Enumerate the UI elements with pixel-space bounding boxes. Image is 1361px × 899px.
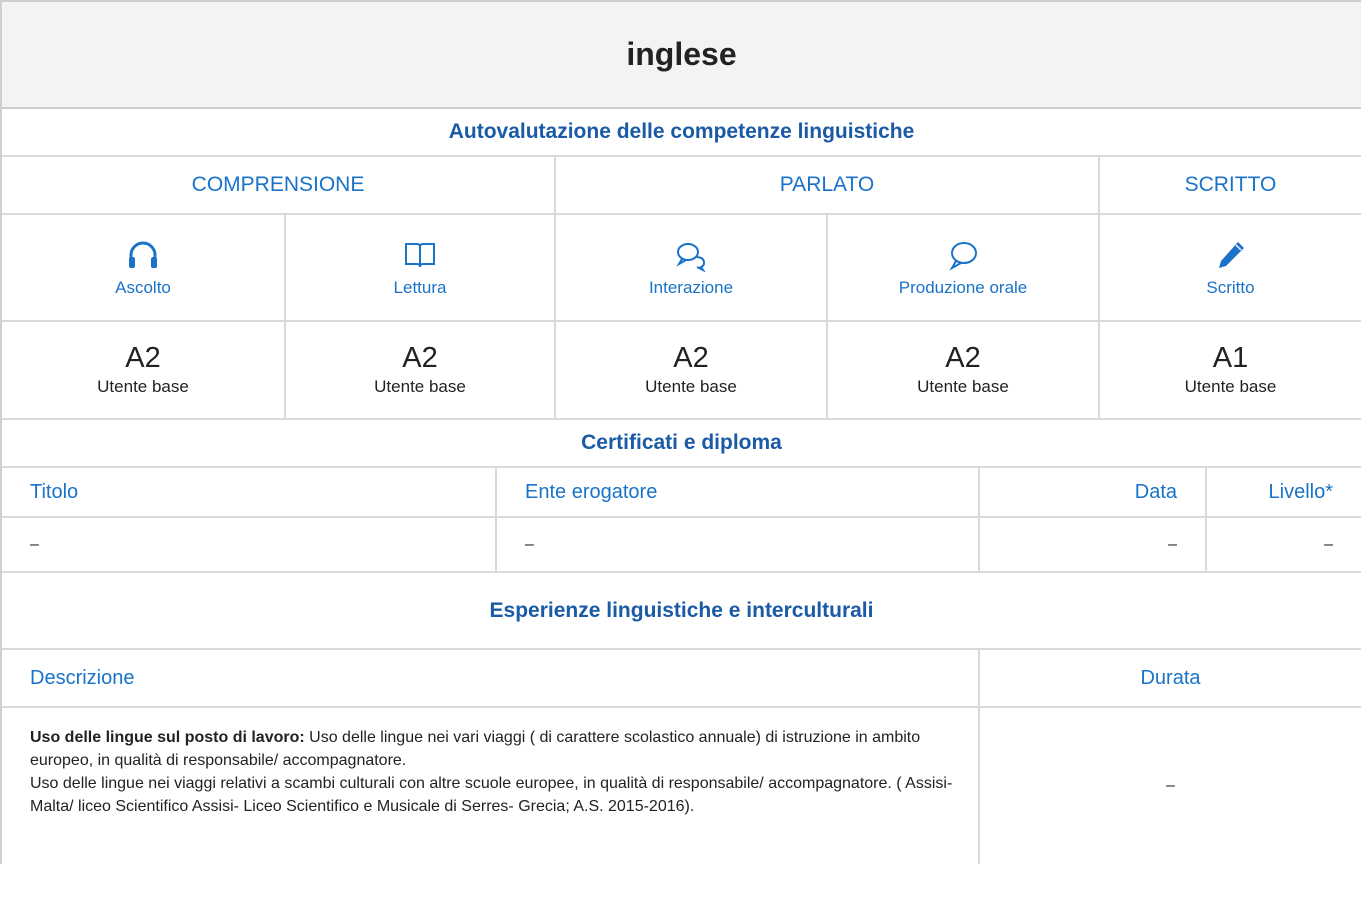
skill-produzione-orale: Produzione orale bbox=[828, 215, 1100, 320]
level-lettura: A2 Utente base bbox=[286, 322, 556, 418]
level-value: A1 bbox=[1212, 341, 1249, 374]
skill-scritto: Scritto bbox=[1100, 215, 1361, 320]
speech-bubble-icon bbox=[949, 241, 977, 271]
category-scritto: SCRITTO bbox=[1184, 173, 1277, 196]
pencil-icon bbox=[1218, 241, 1244, 268]
skills-row: Ascolto Lettura Interazione Produzione o… bbox=[2, 215, 1361, 322]
skill-label-interazione: Interazione bbox=[648, 277, 734, 297]
skill-lettura: Lettura bbox=[286, 215, 556, 320]
skill-label-scritto: Scritto bbox=[1206, 277, 1255, 297]
column-header-descrizione: Descrizione bbox=[2, 650, 980, 706]
skill-label-lettura: Lettura bbox=[393, 277, 447, 297]
book-icon bbox=[405, 242, 435, 267]
level-description: Utente base bbox=[917, 377, 1009, 397]
skill-label-produzione-orale: Produzione orale bbox=[898, 277, 1028, 297]
cell-titolo: – bbox=[2, 518, 497, 571]
skill-ascolto: Ascolto bbox=[2, 215, 286, 320]
level-produzione-orale: A2 Utente base bbox=[828, 322, 1100, 418]
level-description: Utente base bbox=[374, 377, 466, 397]
level-value: A2 bbox=[673, 341, 709, 374]
experience-row: Uso delle lingue sul posto di lavoro: Us… bbox=[2, 708, 1361, 864]
language-title-row: inglese bbox=[2, 2, 1361, 109]
table-row: – – – – bbox=[2, 518, 1361, 573]
level-description: Utente base bbox=[645, 377, 737, 397]
cell-ente: – bbox=[497, 518, 980, 571]
skill-label-ascolto: Ascolto bbox=[115, 277, 171, 297]
language-title: inglese bbox=[626, 36, 737, 72]
cell-livello: – bbox=[1324, 535, 1333, 553]
category-parlato: PARLATO bbox=[556, 157, 1100, 213]
experience-description: Uso delle lingue sul posto di lavoro: Us… bbox=[2, 708, 980, 864]
column-header-ente: Ente erogatore bbox=[497, 468, 980, 516]
experiences-header-row: Descrizione Durata bbox=[2, 650, 1361, 708]
experience-label: Uso delle lingue sul posto di lavoro: bbox=[30, 729, 305, 746]
column-header-data: Data bbox=[980, 468, 1207, 516]
self-assessment-heading-row: Autovalutazione delle competenze linguis… bbox=[2, 109, 1361, 157]
level-interazione: A2 Utente base bbox=[556, 322, 828, 418]
level-value: A2 bbox=[125, 341, 161, 374]
experience-duration: – bbox=[1166, 777, 1175, 794]
level-ascolto: A2 Utente base bbox=[2, 322, 286, 418]
experiences-heading-row: Esperienze linguistiche e interculturali bbox=[2, 573, 1361, 650]
experience-line-2: Uso delle lingue nei viaggi relativi a s… bbox=[30, 775, 953, 815]
level-description: Utente base bbox=[1184, 377, 1277, 397]
skill-interazione: Interazione bbox=[556, 215, 828, 320]
self-assessment-heading: Autovalutazione delle competenze linguis… bbox=[448, 120, 915, 143]
cell-data: – bbox=[980, 518, 1207, 571]
chat-bubbles-icon bbox=[676, 242, 706, 272]
certificates-heading: Certificati e diploma bbox=[581, 431, 782, 454]
certificates-header-row: Titolo Ente erogatore Data Livello* bbox=[2, 468, 1361, 518]
level-value: A2 bbox=[945, 341, 981, 374]
category-row: COMPRENSIONE PARLATO SCRITTO bbox=[2, 157, 1361, 215]
levels-row: A2 Utente base A2 Utente base A2 Utente … bbox=[2, 322, 1361, 420]
column-header-titolo: Titolo bbox=[2, 468, 497, 516]
certificates-heading-row: Certificati e diploma bbox=[2, 420, 1361, 468]
language-skills-table: inglese Autovalutazione delle competenze… bbox=[0, 0, 1361, 864]
column-header-livello: Livello* bbox=[1268, 480, 1333, 503]
experiences-heading: Esperienze linguistiche e interculturali bbox=[489, 598, 874, 622]
level-scritto: A1 Utente base bbox=[1100, 322, 1361, 418]
column-header-durata: Durata bbox=[1140, 666, 1201, 689]
headphones-icon bbox=[129, 241, 157, 268]
level-value: A2 bbox=[402, 341, 438, 374]
category-comprensione: COMPRENSIONE bbox=[2, 157, 556, 213]
level-description: Utente base bbox=[97, 377, 189, 397]
